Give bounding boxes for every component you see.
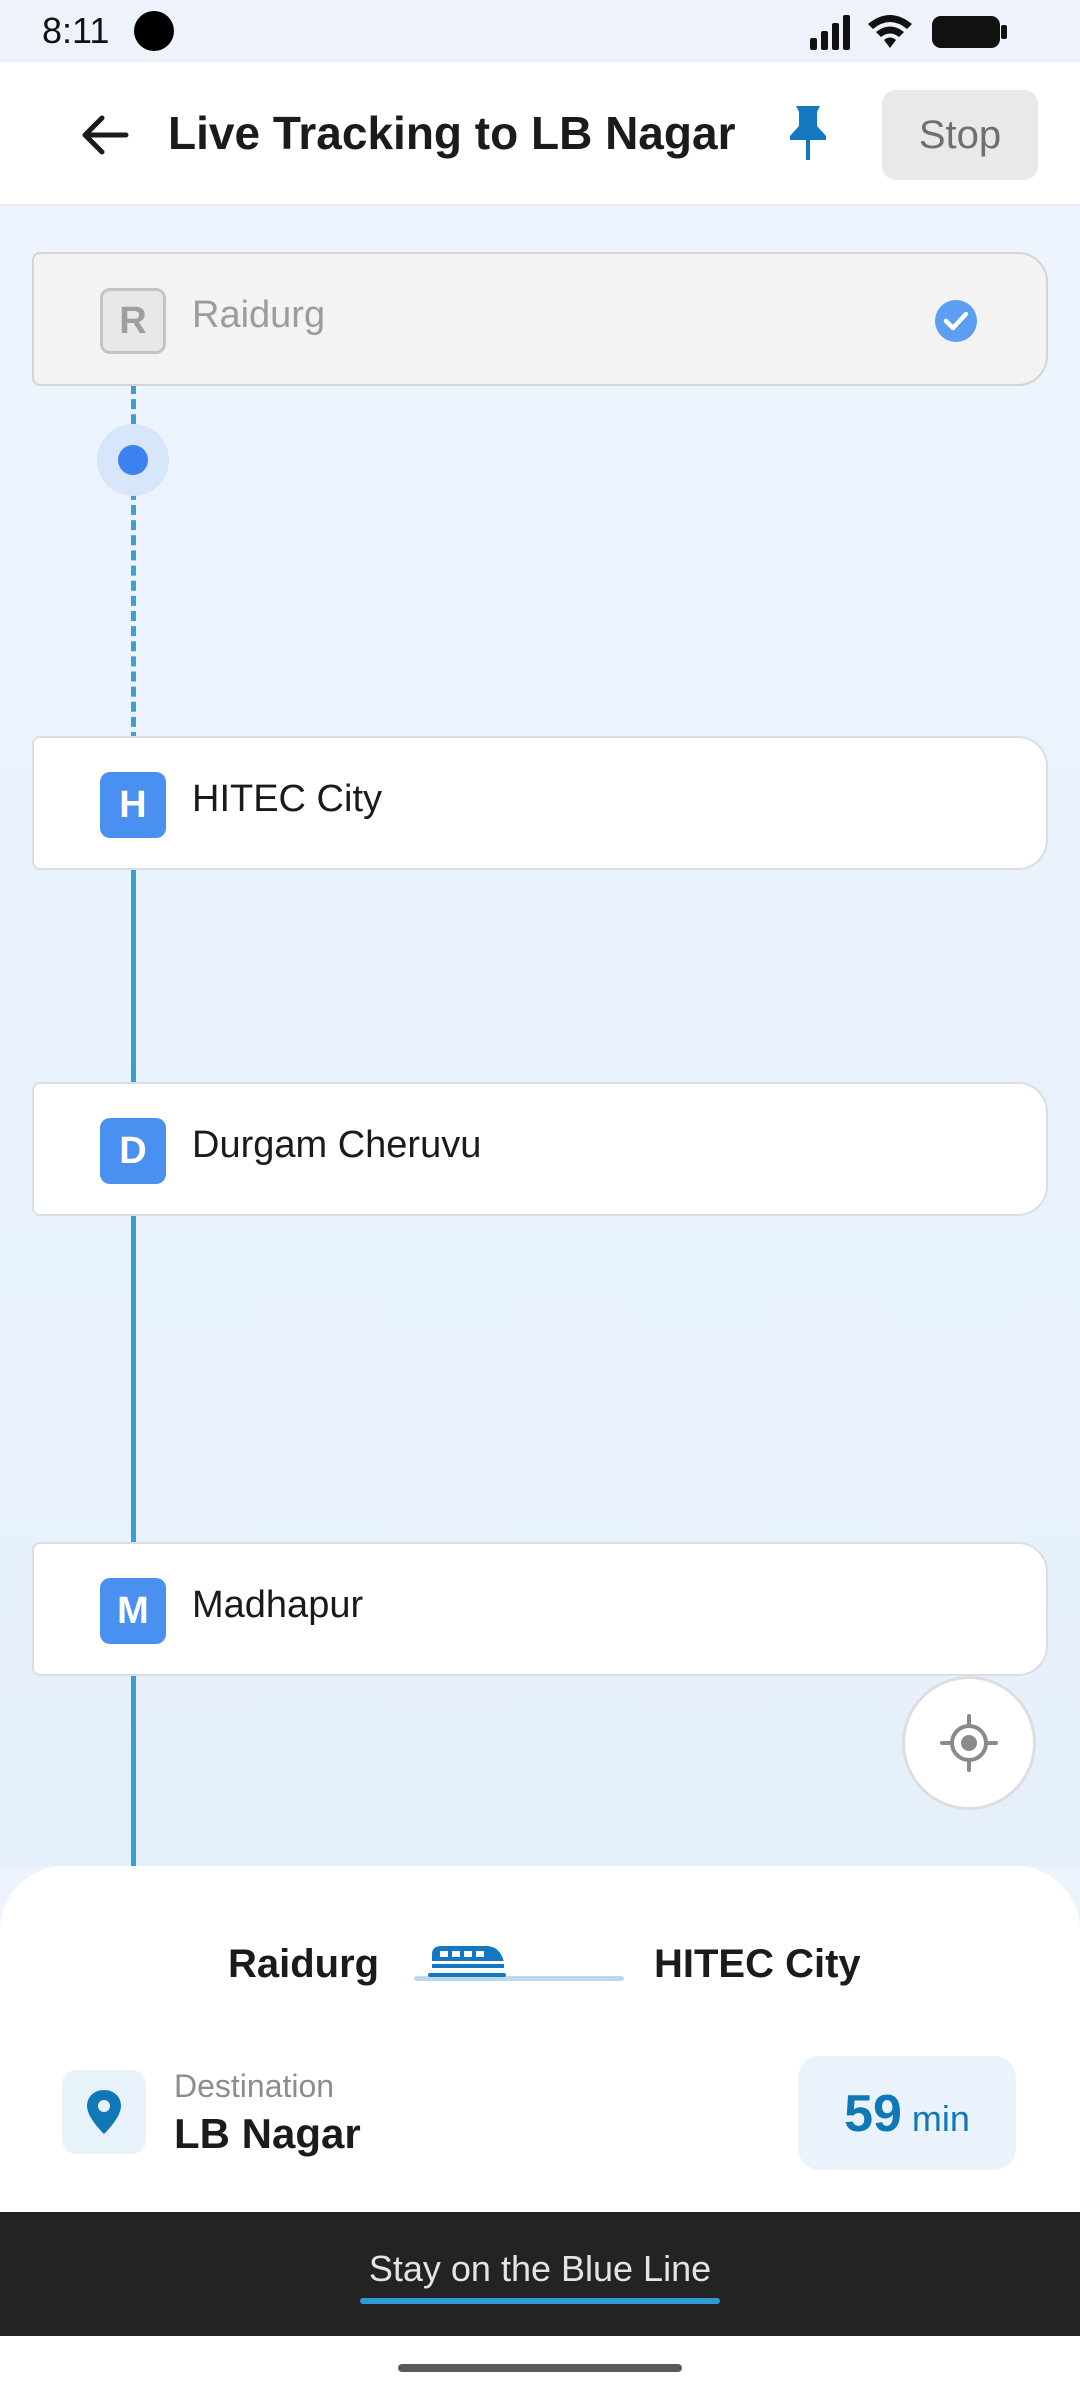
destination-name: LB Nagar bbox=[174, 2110, 361, 2157]
station-name: HITEC City bbox=[192, 778, 382, 820]
station-badge: D bbox=[100, 1118, 166, 1184]
station-name: Madhapur bbox=[192, 1584, 364, 1626]
current-position-marker bbox=[97, 424, 169, 496]
pin-icon[interactable] bbox=[782, 102, 834, 164]
station-card-hitec-city[interactable]: H HITEC City bbox=[32, 736, 1048, 870]
station-badge: M bbox=[100, 1578, 166, 1644]
station-name: Raidurg bbox=[192, 294, 326, 336]
system-nav-bar bbox=[0, 2336, 1080, 2400]
home-indicator[interactable] bbox=[398, 2364, 682, 2372]
route-timeline: R Raidurg H HITEC City D Durgam Cheruvu … bbox=[0, 206, 1080, 1866]
location-pin-icon bbox=[87, 2090, 121, 2134]
eta-value: 59 bbox=[844, 2085, 902, 2143]
station-card-madhapur[interactable]: M Madhapur bbox=[32, 1542, 1048, 1676]
destination-label: Destination bbox=[174, 2068, 335, 2104]
track-segment bbox=[131, 1676, 136, 1866]
station-name: Durgam Cheruvu bbox=[192, 1124, 482, 1166]
line-guidance-banner: Stay on the Blue Line bbox=[0, 2212, 1080, 2336]
wifi-icon bbox=[868, 15, 912, 48]
locate-button[interactable] bbox=[902, 1676, 1036, 1810]
page-title: Live Tracking to LB Nagar bbox=[168, 107, 736, 159]
battery-icon bbox=[932, 16, 1007, 48]
status-icons bbox=[810, 15, 1007, 50]
station-card-raidurg[interactable]: R Raidurg bbox=[32, 252, 1048, 386]
station-badge: H bbox=[100, 772, 166, 838]
status-bar: 8:11 bbox=[0, 0, 1080, 62]
status-time: 8:11 bbox=[42, 10, 110, 51]
check-circle-icon bbox=[935, 300, 977, 342]
station-card-durgam-cheruvu[interactable]: D Durgam Cheruvu bbox=[32, 1082, 1048, 1216]
eta-badge: 59 min bbox=[798, 2056, 1016, 2170]
eta-unit: min bbox=[911, 2098, 970, 2139]
line-guidance-text: Stay on the Blue Line bbox=[368, 2248, 712, 2289]
stop-button[interactable]: Stop bbox=[882, 90, 1038, 180]
signal-icon bbox=[810, 15, 850, 50]
destination-icon-box bbox=[62, 2070, 146, 2154]
to-station: HITEC City bbox=[654, 1942, 861, 1986]
from-station: Raidurg bbox=[228, 1942, 380, 1986]
track-segment bbox=[131, 870, 136, 1082]
app-header: Live Tracking to LB Nagar Stop bbox=[0, 62, 1080, 206]
train-icon bbox=[428, 1946, 506, 1977]
line-guidance-underline bbox=[360, 2298, 720, 2304]
trip-summary-sheet: Raidurg HITEC City Destination LB Nagar … bbox=[0, 1866, 1080, 2212]
locate-crosshair-icon bbox=[940, 1714, 998, 1772]
camera-dot-icon bbox=[134, 11, 174, 51]
back-arrow-icon[interactable] bbox=[74, 104, 136, 166]
track-segment bbox=[131, 1216, 136, 1552]
station-badge: R bbox=[100, 288, 166, 354]
